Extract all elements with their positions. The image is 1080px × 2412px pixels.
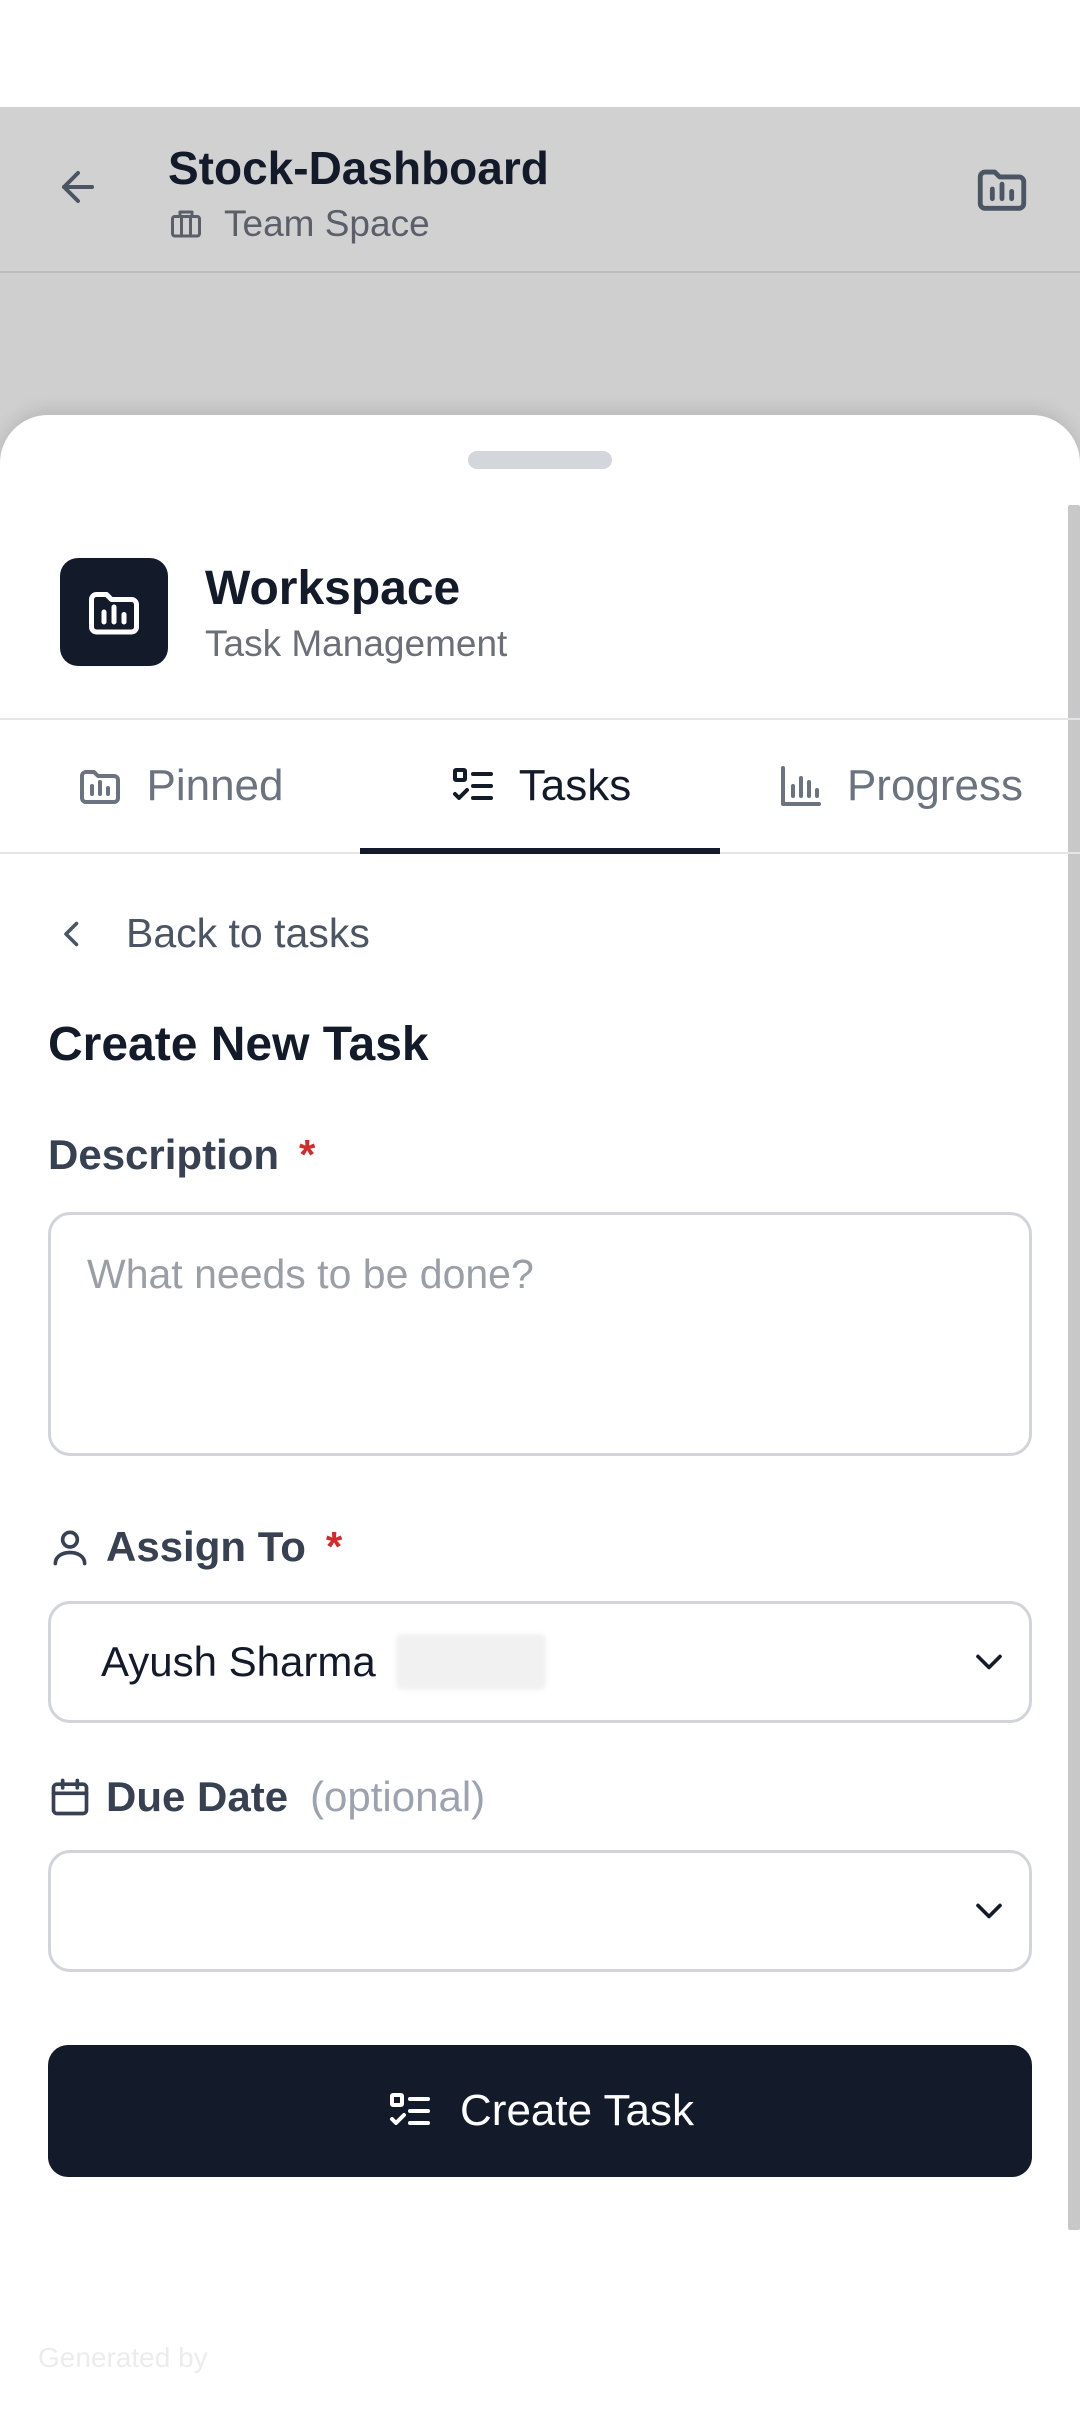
status-bar xyxy=(0,0,1080,107)
folder-chart-icon xyxy=(89,592,139,635)
back-to-tasks-link[interactable]: Back to tasks xyxy=(54,910,370,957)
generated-by-watermark: Generated by xyxy=(38,2342,208,2373)
drag-handle[interactable] xyxy=(468,451,612,469)
due-date-select[interactable] xyxy=(48,1850,1032,1972)
assign-select[interactable]: Ayush Sharma xyxy=(48,1601,1032,1723)
folder-chart-icon xyxy=(977,169,1027,211)
required-mark: * xyxy=(299,1131,316,1178)
required-mark: * xyxy=(325,1523,343,1570)
description-label: Description * xyxy=(48,1131,315,1179)
folder-action-button[interactable] xyxy=(970,157,1034,221)
back-label: Back to tasks xyxy=(126,910,370,956)
app-header: Stock-Dashboard Team Space xyxy=(0,107,1080,273)
create-task-label: Create Task xyxy=(460,2086,694,2135)
tab-tasks[interactable]: Tasks xyxy=(360,720,720,852)
tab-label: Progress xyxy=(846,761,1024,810)
building-icon xyxy=(171,210,201,238)
bar-chart-icon xyxy=(780,766,821,806)
back-button[interactable] xyxy=(46,155,110,219)
redacted-text xyxy=(395,1634,546,1690)
chevron-down-icon xyxy=(976,1903,1002,1919)
header-subtitle: Team Space xyxy=(224,203,430,244)
team-space-label: Team Space xyxy=(168,203,430,245)
tab-bar: Pinned Tasks Progress xyxy=(0,718,1080,854)
bottom-sheet: Workspace Task Management Pinned Tasks P… xyxy=(0,415,1080,2412)
workspace-avatar xyxy=(60,558,168,666)
checklist-icon xyxy=(390,2093,431,2125)
assign-value: Ayush Sharma xyxy=(101,1638,376,1685)
arrow-left-icon xyxy=(62,171,94,203)
chevron-down-icon xyxy=(976,1654,1002,1670)
checklist-icon xyxy=(452,768,493,800)
page-title: Stock-Dashboard xyxy=(168,142,549,194)
workspace-title: Workspace xyxy=(205,562,461,615)
description-label-text: Description xyxy=(48,1131,280,1178)
create-task-button[interactable]: Create Task xyxy=(48,2045,1032,2177)
assign-label-text: Assign To xyxy=(106,1523,306,1570)
form-title: Create New Task xyxy=(48,1018,429,1071)
user-icon xyxy=(53,1530,87,1566)
tab-label: Pinned xyxy=(146,761,284,810)
due-date-label: Due Date (optional) xyxy=(48,1773,485,1821)
tab-progress[interactable]: Progress xyxy=(720,720,1080,852)
description-input[interactable] xyxy=(48,1212,1032,1456)
screen: Stock-Dashboard Team Space Workspace Tas… xyxy=(0,0,1080,2412)
workspace-subtitle: Task Management xyxy=(205,623,508,664)
chevron-left-icon xyxy=(64,921,79,946)
folder-chart-icon xyxy=(80,770,121,804)
tab-label: Tasks xyxy=(518,761,632,810)
optional-label: (optional) xyxy=(310,1773,486,1820)
active-tab-indicator xyxy=(360,848,720,854)
due-date-label-text: Due Date xyxy=(106,1773,289,1820)
assign-label: Assign To * xyxy=(48,1523,342,1571)
calendar-icon xyxy=(51,1778,89,1816)
tab-pinned[interactable]: Pinned xyxy=(0,720,360,852)
